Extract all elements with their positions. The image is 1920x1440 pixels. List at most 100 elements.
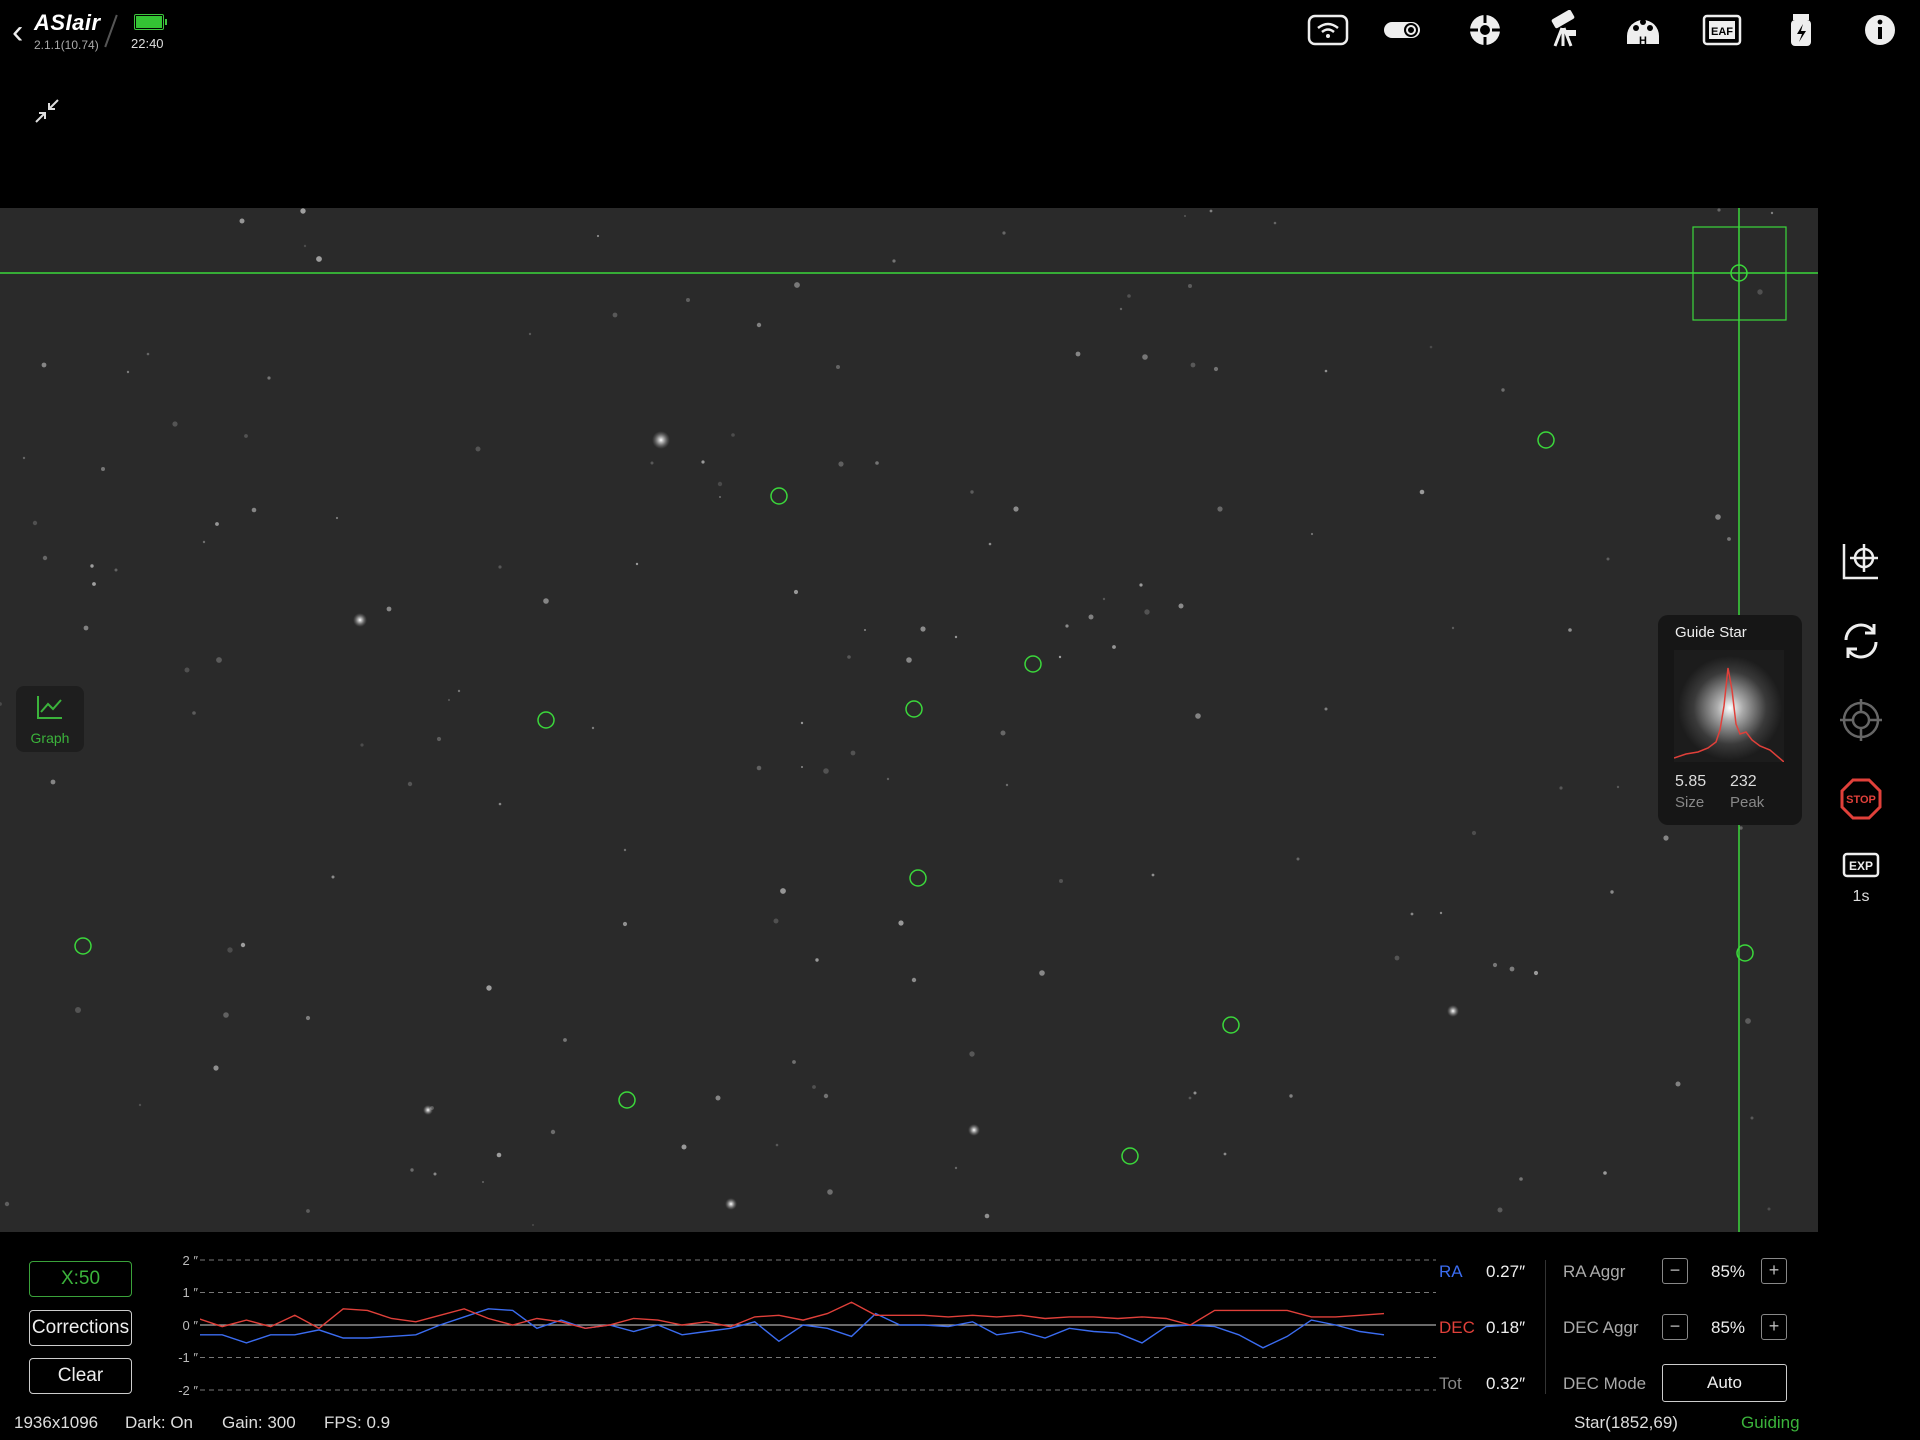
clear-button[interactable]: Clear bbox=[29, 1358, 132, 1394]
star bbox=[1296, 857, 1300, 861]
star bbox=[792, 1060, 796, 1064]
star bbox=[251, 507, 257, 513]
star bbox=[1750, 1116, 1754, 1120]
star bbox=[954, 635, 958, 639]
star bbox=[1429, 345, 1433, 349]
star bbox=[1112, 645, 1116, 649]
battery-icon bbox=[134, 14, 167, 30]
y-tick-label: -2 ″ bbox=[178, 1383, 198, 1398]
star bbox=[1289, 1094, 1293, 1098]
star bbox=[1603, 1171, 1607, 1175]
star bbox=[300, 208, 306, 214]
star bbox=[968, 1124, 980, 1136]
dec-mode-select[interactable]: Auto bbox=[1662, 1364, 1787, 1402]
star bbox=[433, 1172, 437, 1176]
star bbox=[1471, 830, 1477, 836]
star bbox=[32, 520, 38, 526]
ra-aggr-value: 85% bbox=[1710, 1262, 1746, 1281]
star bbox=[1102, 597, 1106, 601]
svg-text:EXP: EXP bbox=[1849, 859, 1873, 873]
star bbox=[1075, 351, 1081, 357]
stop-icon[interactable]: STOP bbox=[1838, 776, 1884, 822]
star bbox=[213, 1065, 219, 1071]
dec-aggr-increase-button[interactable]: + bbox=[1761, 1314, 1787, 1340]
star bbox=[715, 1095, 721, 1101]
star bbox=[773, 918, 779, 924]
star bbox=[635, 562, 639, 566]
star bbox=[875, 461, 879, 465]
y-tick-label: 2 ″ bbox=[182, 1253, 198, 1268]
star bbox=[898, 920, 904, 926]
svg-text:H: H bbox=[1639, 35, 1647, 47]
star bbox=[482, 1181, 484, 1183]
star bbox=[42, 555, 48, 561]
wifi-icon[interactable] bbox=[1306, 10, 1350, 50]
star bbox=[215, 522, 219, 526]
tot-rms-value: 0.32″ bbox=[1486, 1374, 1526, 1393]
star bbox=[1501, 388, 1505, 392]
star bbox=[864, 629, 866, 631]
detected-star-marker bbox=[74, 937, 92, 955]
guide-star-size-value: 5.85 bbox=[1675, 773, 1707, 790]
star bbox=[457, 689, 461, 693]
corrections-button[interactable]: Corrections bbox=[29, 1310, 132, 1346]
graph-scale-button[interactable]: X:50 bbox=[29, 1261, 132, 1297]
star bbox=[622, 921, 628, 927]
star bbox=[970, 490, 974, 494]
guide-camera-icon[interactable] bbox=[1463, 10, 1507, 50]
exposure-value[interactable]: 1s bbox=[1838, 888, 1884, 906]
guide-camera-image[interactable] bbox=[0, 208, 1818, 1232]
detected-star-marker bbox=[1222, 1016, 1240, 1034]
back-icon[interactable]: ‹ bbox=[12, 14, 34, 50]
star bbox=[815, 958, 819, 962]
guide-target-icon[interactable] bbox=[1838, 697, 1884, 743]
star bbox=[543, 598, 549, 604]
star bbox=[1757, 289, 1763, 295]
star bbox=[1559, 786, 1563, 790]
star bbox=[1195, 713, 1201, 719]
star bbox=[138, 1103, 142, 1107]
star bbox=[836, 365, 840, 369]
loop-icon[interactable] bbox=[1838, 618, 1884, 664]
mount-icon[interactable] bbox=[1542, 9, 1586, 50]
exposure-icon[interactable]: EXP bbox=[1838, 844, 1884, 890]
star bbox=[436, 736, 442, 742]
star bbox=[596, 234, 600, 238]
star bbox=[1439, 911, 1443, 915]
star bbox=[1394, 955, 1400, 961]
star bbox=[267, 376, 271, 380]
calibrate-icon[interactable] bbox=[1838, 538, 1884, 584]
star bbox=[1013, 506, 1019, 512]
star bbox=[1213, 366, 1219, 372]
star bbox=[954, 1166, 958, 1170]
ra-aggr-increase-button[interactable]: + bbox=[1761, 1258, 1787, 1284]
dec-aggr-decrease-button[interactable]: − bbox=[1662, 1314, 1688, 1340]
power-icon[interactable] bbox=[1779, 10, 1823, 50]
star bbox=[1324, 707, 1328, 711]
star bbox=[847, 655, 851, 659]
star bbox=[827, 1189, 833, 1195]
dec-rms-value: 0.18″ bbox=[1486, 1318, 1526, 1337]
filter-wheel-icon[interactable]: H bbox=[1621, 10, 1665, 50]
eaf-icon[interactable]: EAF bbox=[1700, 10, 1744, 50]
star bbox=[1509, 966, 1515, 972]
star bbox=[447, 698, 451, 702]
star bbox=[823, 768, 829, 774]
star bbox=[550, 1129, 556, 1135]
detected-star-marker bbox=[618, 1091, 636, 1109]
star bbox=[686, 298, 690, 302]
star bbox=[1127, 294, 1131, 298]
star bbox=[1139, 583, 1143, 587]
star bbox=[1144, 609, 1150, 615]
info-icon[interactable] bbox=[1858, 10, 1902, 50]
star bbox=[612, 312, 618, 318]
star bbox=[1663, 835, 1669, 841]
ra-legend-label: RA bbox=[1439, 1262, 1463, 1281]
status-fps: FPS: 0.9 bbox=[324, 1413, 391, 1432]
star bbox=[1717, 208, 1721, 212]
shrink-icon[interactable] bbox=[32, 96, 62, 126]
guiding-graph bbox=[200, 1259, 1436, 1391]
star bbox=[800, 721, 804, 725]
ra-aggr-decrease-button[interactable]: − bbox=[1662, 1258, 1688, 1284]
camera-icon[interactable] bbox=[1384, 10, 1428, 50]
